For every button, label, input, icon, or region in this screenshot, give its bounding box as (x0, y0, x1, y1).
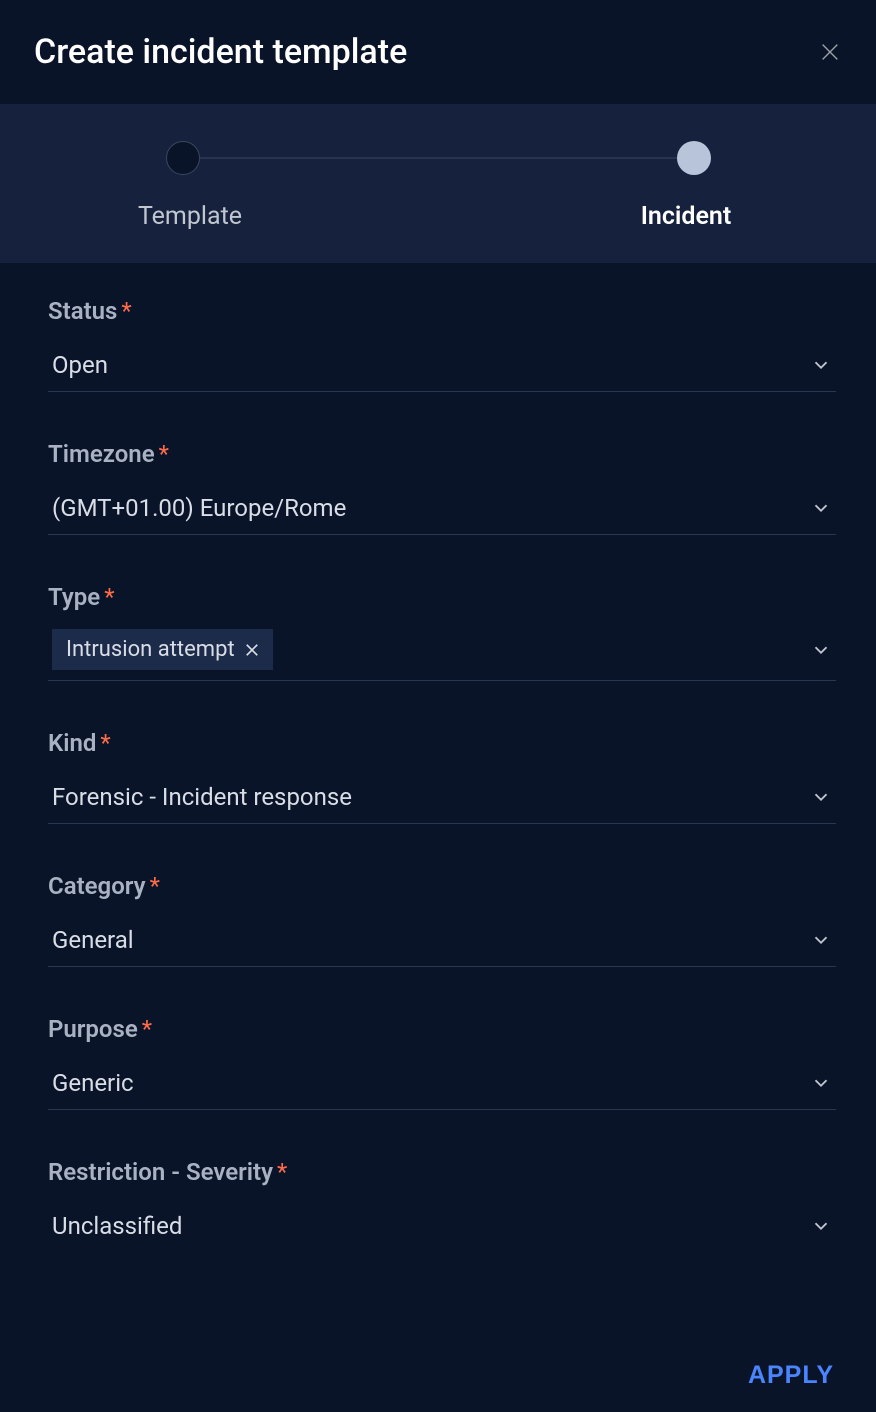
select-type[interactable]: Intrusion attempt (48, 629, 836, 681)
select-purpose-value: Generic (52, 1069, 134, 1097)
select-status[interactable]: Open (48, 343, 836, 392)
required-marker: * (150, 872, 160, 900)
required-marker: * (104, 583, 114, 611)
chevron-down-icon (810, 639, 832, 661)
apply-button[interactable]: APPLY (748, 1361, 834, 1390)
required-marker: * (277, 1158, 287, 1186)
required-marker: * (159, 440, 169, 468)
field-category: Category* General (48, 872, 836, 967)
step-label-template[interactable]: Template (120, 202, 260, 231)
select-kind[interactable]: Forensic - Incident response (48, 775, 836, 824)
chevron-down-icon (810, 786, 832, 808)
step-dot-template[interactable] (166, 141, 200, 175)
dialog-header: Create incident template (0, 0, 876, 104)
form: Status* Open Timezone* (GMT+01.00) Europ… (0, 263, 876, 1252)
dialog-title: Create incident template (34, 32, 407, 72)
chevron-down-icon (810, 929, 832, 951)
label-kind: Kind* (48, 729, 836, 757)
label-status-text: Status (48, 297, 117, 325)
required-marker: * (121, 297, 131, 325)
select-timezone-value: (GMT+01.00) Europe/Rome (52, 494, 346, 522)
select-kind-value: Forensic - Incident response (52, 783, 352, 811)
stepper-track (170, 140, 706, 176)
select-status-value: Open (52, 351, 108, 379)
label-type-text: Type (48, 583, 100, 611)
select-restriction[interactable]: Unclassified (48, 1204, 836, 1252)
stepper: Template Incident (0, 104, 876, 263)
select-timezone[interactable]: (GMT+01.00) Europe/Rome (48, 486, 836, 535)
label-category: Category* (48, 872, 836, 900)
step-dot-incident[interactable] (677, 141, 711, 175)
chevron-down-icon (810, 497, 832, 519)
label-type: Type* (48, 583, 836, 611)
required-marker: * (100, 729, 110, 757)
close-icon (819, 41, 841, 63)
field-status: Status* Open (48, 297, 836, 392)
required-marker: * (142, 1015, 152, 1043)
label-category-text: Category (48, 872, 146, 900)
label-purpose: Purpose* (48, 1015, 836, 1043)
label-purpose-text: Purpose (48, 1015, 138, 1043)
label-timezone: Timezone* (48, 440, 836, 468)
field-kind: Kind* Forensic - Incident response (48, 729, 836, 824)
field-restriction: Restriction - Severity* Unclassified (48, 1158, 836, 1252)
chip-type-label: Intrusion attempt (66, 637, 235, 662)
select-restriction-value: Unclassified (52, 1212, 182, 1240)
label-restriction-text: Restriction - Severity (48, 1158, 273, 1186)
label-kind-text: Kind (48, 729, 96, 757)
field-timezone: Timezone* (GMT+01.00) Europe/Rome (48, 440, 836, 535)
chevron-down-icon (810, 354, 832, 376)
field-type: Type* Intrusion attempt (48, 583, 836, 681)
select-purpose[interactable]: Generic (48, 1061, 836, 1110)
label-timezone-text: Timezone (48, 440, 155, 468)
footer: APPLY (748, 1361, 834, 1390)
select-category[interactable]: General (48, 918, 836, 967)
stepper-line (188, 158, 688, 159)
field-purpose: Purpose* Generic (48, 1015, 836, 1110)
chevron-down-icon (810, 1215, 832, 1237)
chip-type: Intrusion attempt (52, 629, 273, 670)
select-category-value: General (52, 926, 134, 954)
chevron-down-icon (810, 1072, 832, 1094)
step-label-incident[interactable]: Incident (616, 202, 756, 231)
label-status: Status* (48, 297, 836, 325)
chip-remove-icon[interactable] (243, 641, 261, 659)
close-button[interactable] (816, 38, 844, 66)
label-restriction: Restriction - Severity* (48, 1158, 836, 1186)
stepper-labels: Template Incident (120, 202, 756, 231)
